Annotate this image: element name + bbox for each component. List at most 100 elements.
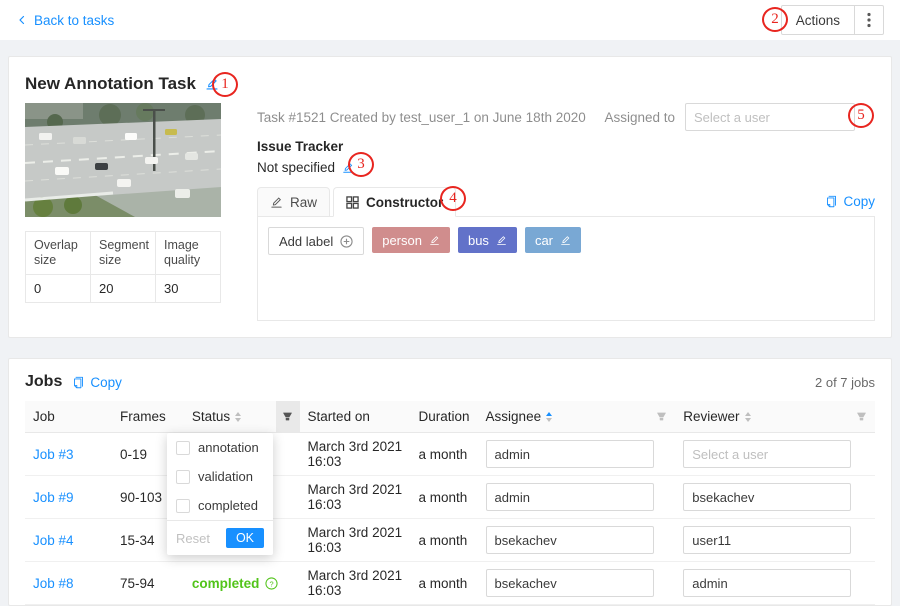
task-left-column: Overlap size Segment size Image quality … — [25, 103, 221, 321]
started-cell: March 3rd 2021 16:03 — [308, 525, 403, 555]
tab-raw[interactable]: Raw — [257, 187, 330, 217]
pencil-icon[interactable] — [496, 235, 507, 246]
pencil-icon[interactable] — [560, 235, 571, 246]
annotation-circle-1: 1 — [212, 72, 238, 97]
col-reviewer-label: Reviewer — [683, 409, 739, 424]
reviewer-input[interactable] — [683, 483, 851, 511]
duration-cell: a month — [419, 447, 468, 462]
duration-cell: a month — [419, 490, 468, 505]
sort-reviewer-icon[interactable] — [745, 412, 751, 422]
jobs-card: Jobs Copy 2 of 7 jobs Job Frames Status — [8, 358, 892, 606]
label-tag-car[interactable]: car — [525, 227, 581, 253]
question-circle-icon[interactable]: ? — [265, 577, 278, 590]
chevron-left-icon — [16, 14, 28, 26]
labels-copy-link[interactable]: Copy — [825, 194, 875, 216]
filter-option-completed[interactable]: completed — [167, 491, 273, 520]
reviewer-input[interactable] — [683, 526, 851, 554]
label-tag-person-name: person — [382, 233, 422, 248]
filter-assignee-icon[interactable] — [656, 411, 667, 422]
table-row: Job #8 75-94 completed ? March 3rd 2021 … — [25, 562, 875, 605]
checkbox-icon[interactable] — [176, 441, 190, 455]
actions-menu-button[interactable] — [854, 5, 884, 35]
table-row: Job #3 0-19 March 3rd 2021 16:03 a month — [25, 433, 875, 476]
jobs-table: Job Frames Status Started on Duration As… — [25, 401, 875, 605]
filter-option-label: validation — [198, 469, 253, 484]
job-link[interactable]: Job #8 — [33, 576, 74, 591]
col-reviewer[interactable]: Reviewer — [675, 401, 875, 433]
col-assignee[interactable]: Assignee — [478, 401, 676, 433]
sort-assignee-icon[interactable] — [546, 412, 552, 422]
label-tag-car-name: car — [535, 233, 553, 248]
assignee-input[interactable] — [486, 526, 654, 554]
actions-button[interactable]: Actions — [781, 5, 855, 35]
filter-ok-button[interactable]: OK — [226, 528, 264, 548]
task-parameters-table: Overlap size Segment size Image quality … — [25, 231, 221, 303]
filter-reviewer-icon[interactable] — [856, 411, 867, 422]
issue-tracker-label: Issue Tracker — [257, 139, 875, 155]
labels-tabs: Raw Constructor Copy — [257, 187, 875, 217]
label-tag-bus[interactable]: bus — [458, 227, 517, 253]
duration-cell: a month — [419, 533, 468, 548]
frames-cell: 0-19 — [120, 447, 147, 462]
add-label-text: Add label — [279, 234, 333, 249]
col-status[interactable]: Status — [184, 401, 300, 433]
jobs-header: Jobs Copy 2 of 7 jobs — [25, 371, 875, 393]
label-tag-bus-name: bus — [468, 233, 489, 248]
annotation-circle-4: 4 — [440, 186, 466, 211]
reviewer-input[interactable] — [683, 440, 851, 468]
task-body: Overlap size Segment size Image quality … — [25, 103, 875, 321]
filter-option-label: annotation — [198, 440, 259, 455]
param-header-segment: Segment size — [91, 232, 156, 275]
annotation-circle-3: 3 — [348, 152, 374, 177]
status-cell: completed — [192, 576, 260, 591]
plus-circle-icon — [340, 235, 353, 248]
table-row: Job #4 15-34 March 3rd 2021 16:03 a mont… — [25, 519, 875, 562]
jobs-copy-link[interactable]: Copy — [72, 375, 122, 390]
back-to-tasks-label: Back to tasks — [34, 13, 114, 28]
task-right-column: Task #1521 Created by test_user_1 on Jun… — [257, 103, 875, 321]
filter-reset-button[interactable]: Reset — [176, 531, 210, 546]
filter-option-validation[interactable]: validation — [167, 462, 273, 491]
label-tag-person[interactable]: person — [372, 227, 450, 253]
assignee-input[interactable] — [486, 440, 654, 468]
jobs-title: Jobs — [25, 373, 62, 391]
back-to-tasks-link[interactable]: Back to tasks — [16, 13, 114, 28]
param-header-quality: Image quality — [156, 232, 221, 275]
sort-status-icon[interactable] — [235, 412, 241, 422]
more-vertical-icon — [867, 12, 871, 28]
assigned-to-label: Assigned to — [604, 110, 675, 125]
job-link[interactable]: Job #3 — [33, 447, 74, 462]
reviewer-input[interactable] — [683, 569, 851, 597]
frames-cell: 90-103 — [120, 490, 162, 505]
frames-cell: 15-34 — [120, 533, 155, 548]
col-frames: Frames — [112, 401, 184, 433]
filter-status-icon[interactable] — [276, 401, 300, 432]
job-link[interactable]: Job #4 — [33, 533, 74, 548]
table-row: Job #9 90-103 March 3rd 2021 16:03 a mon… — [25, 476, 875, 519]
filter-option-label: completed — [198, 498, 258, 513]
copy-icon — [825, 195, 838, 208]
jobs-copy-label: Copy — [90, 375, 122, 390]
status-filter-dropdown: annotation validation completed Reset OK — [167, 433, 273, 555]
task-assignee-input[interactable] — [685, 103, 855, 131]
tab-raw-label: Raw — [290, 195, 317, 210]
checkbox-icon[interactable] — [176, 470, 190, 484]
param-value-segment: 20 — [91, 275, 156, 303]
pencil-icon[interactable] — [429, 235, 440, 246]
col-assignee-label: Assignee — [486, 409, 542, 424]
col-job: Job — [25, 401, 112, 433]
svg-text:?: ? — [270, 579, 274, 588]
checkbox-icon[interactable] — [176, 499, 190, 513]
col-started-on: Started on — [300, 401, 411, 433]
assigned-to-group: Assigned to — [604, 103, 855, 131]
filter-option-annotation[interactable]: annotation — [167, 433, 273, 462]
started-cell: March 3rd 2021 16:03 — [308, 482, 403, 512]
job-link[interactable]: Job #9 — [33, 490, 74, 505]
add-label-button[interactable]: Add label — [268, 227, 364, 255]
actions-button-group: Actions — [781, 5, 884, 35]
labels-constructor-panel: Add label person bus — [257, 217, 875, 321]
tab-constructor[interactable]: Constructor — [333, 187, 456, 217]
pencil-icon — [270, 196, 283, 209]
assignee-input[interactable] — [486, 483, 654, 511]
assignee-input[interactable] — [486, 569, 654, 597]
